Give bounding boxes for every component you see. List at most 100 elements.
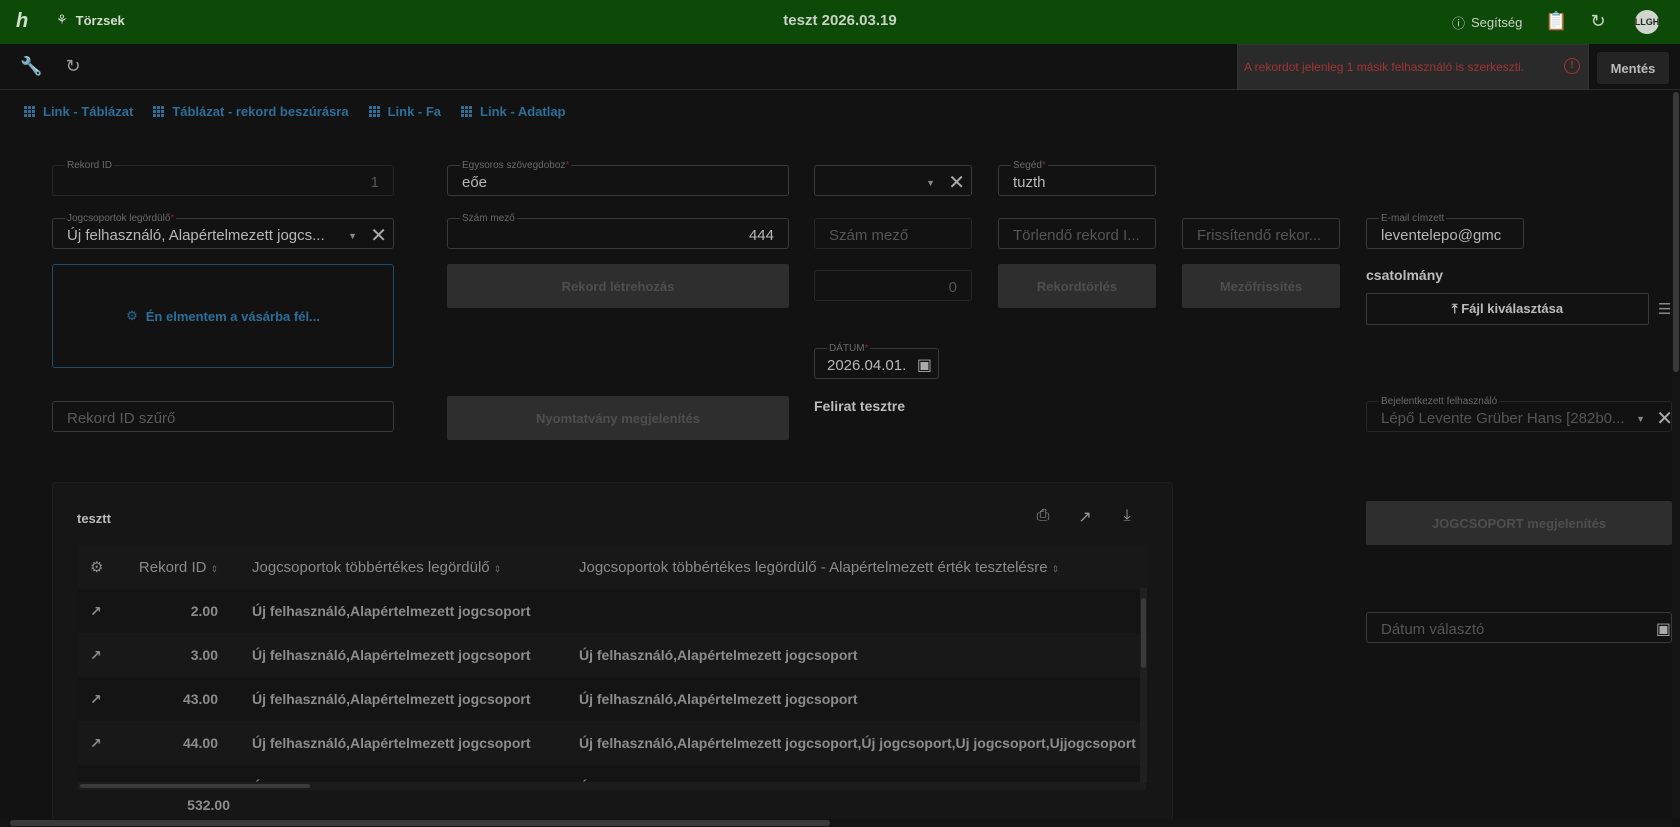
egysoros-label-text: Egysoros szövegdoboz — [462, 160, 566, 171]
datum-label-text: DÁTUM — [829, 343, 865, 354]
jogcsoport-value: Új felhasználó, Alapértelmezett jogcs... — [67, 227, 325, 244]
seged-value: tuzth — [1013, 174, 1046, 191]
szam-mezo-3-field[interactable]: 0 — [814, 270, 972, 301]
help-button[interactable]: ⓘ Segítség — [1452, 13, 1522, 32]
page-horizontal-scrollbar[interactable] — [0, 819, 1672, 827]
open-external-icon[interactable]: ↗ — [90, 735, 120, 752]
table-row[interactable]: ↗ 44.00 Új felhasználó,Alapértelmezett j… — [78, 721, 1148, 765]
row-id: 3.00 — [190, 647, 218, 663]
jogcsoportok-legordulo[interactable]: Jogcsoportok legördülő* Új felhasználó, … — [52, 213, 394, 249]
table-row[interactable]: ↗ 3.00 Új felhasználó,Alapértelmezett jo… — [78, 633, 1148, 677]
close-icon[interactable]: ✕ — [370, 223, 387, 248]
refresh-icon[interactable]: ↻ — [1587, 11, 1609, 33]
header-rekord-id[interactable]: Rekord ID ⇕ — [138, 559, 218, 576]
settings-icon[interactable]: ⚙ — [90, 558, 120, 576]
seged-label-text: Segéd — [1013, 160, 1042, 171]
clipboard-search-icon[interactable]: 📋 — [1545, 11, 1567, 33]
top-bar: h ⚘ Törzsek teszt 2026.03.19 ⓘ Segítség … — [0, 0, 1680, 44]
link-label: Link - Táblázat — [43, 104, 134, 119]
help-icon: ⓘ — [1452, 16, 1466, 31]
download-icon[interactable]: ⤓ — [1115, 507, 1139, 531]
seged-label: Segéd* — [1011, 160, 1048, 171]
egysoros-szovegdoboz-field[interactable]: Egysoros szövegdoboz* eőe — [447, 160, 789, 196]
rekord-id-label: Rekord ID — [65, 160, 115, 171]
torzsek-menu[interactable]: ⚘ Törzsek — [56, 12, 125, 28]
table-horizontal-scrollbar[interactable] — [78, 782, 1146, 790]
frissitendo-rekord-field[interactable]: Frissítendő rekor... — [1182, 218, 1340, 249]
datum-field[interactable]: DÁTUM* 2026.04.01. ▣ — [814, 343, 939, 379]
close-icon[interactable]: ✕ — [948, 170, 965, 195]
szam-mezo-2-field[interactable]: Szám mező — [814, 218, 972, 249]
nyomtatvany-megjelenites-button[interactable]: Nyomtatvány megjelenítés — [447, 396, 789, 440]
table-row[interactable]: ↗ 2.00 Új felhasználó,Alapértelmezett jo… — [78, 589, 1148, 633]
row-c2: Új felhasználó,Alapértelmezett jogcsopor… — [252, 603, 531, 619]
grid-icon — [24, 106, 35, 117]
bejelentkezett-value: Lépő Levente Grüber Hans [282b0... — [1381, 410, 1625, 427]
link-adatlap[interactable]: Link - Adatlap — [461, 104, 566, 119]
jogcsoport-label: Jogcsoportok legördülő* — [65, 213, 177, 224]
calendar-icon[interactable]: ▣ — [917, 355, 932, 375]
wrench-icon[interactable]: 🔧 — [20, 56, 42, 78]
table-total: 532.00 — [187, 797, 230, 813]
link-tablazat[interactable]: Link - Táblázat — [24, 104, 133, 119]
page-vertical-scrollbar[interactable] — [1672, 92, 1680, 819]
seged-field[interactable]: Segéd* tuzth — [998, 160, 1156, 196]
header-jogcsoportok[interactable]: Jogcsoportok többértékes legördülő ⇕ — [252, 559, 562, 576]
print-icon[interactable]: ⎙ — [1031, 507, 1055, 531]
save-button[interactable]: Mentés — [1597, 52, 1669, 84]
file-dropzone[interactable]: ⚙ Én elmentem a vásárba fél... — [52, 264, 394, 368]
rekord-letrehozas-button[interactable]: Rekord létrehozás — [447, 264, 789, 308]
help-label: Segítség — [1471, 15, 1523, 30]
table-row[interactable]: ↗ 43.00 Új felhasználó,Alapértelmezett j… — [78, 677, 1148, 721]
header-jogcsoportok-alapertelmezett[interactable]: Jogcsoportok többértékes legördülő - Ala… — [579, 559, 1139, 576]
table-vertical-scrollbar[interactable] — [1140, 588, 1147, 783]
datum-valaszto-field[interactable]: Dátum választó ▣ — [1366, 612, 1672, 643]
list-icon[interactable]: ☰ — [1658, 300, 1671, 318]
row-c3: Új felhasználó,Alapértelmezett jogcsopor… — [579, 735, 1136, 751]
open-external-icon[interactable]: ↗ — [1073, 507, 1097, 531]
table-header: ⚙ Rekord ID ⇕ Jogcsoportok többértékes le… — [78, 545, 1148, 589]
jogcsoport-label-text: Jogcsoportok legördülő — [67, 213, 171, 224]
dropzone-label: Én elmentem a vásárba fél... — [145, 308, 320, 324]
row-id: 2.00 — [190, 603, 218, 619]
link-tablazat-rekord-beszurasra[interactable]: Táblázat - rekord beszúrásra — [153, 104, 349, 119]
open-external-icon[interactable]: ↗ — [90, 691, 120, 708]
rekord-id-szuro-placeholder: Rekord ID szűrő — [67, 410, 176, 427]
reload-icon[interactable]: ↻ — [62, 56, 84, 78]
link-bar: Link - Táblázat Táblázat - rekord beszúr… — [24, 104, 566, 119]
open-external-icon[interactable]: ↗ — [90, 647, 120, 664]
jogcsoport-megjelenites-button[interactable]: JOGCSOPORT megjelenítés — [1366, 501, 1672, 545]
mezofrissites-button[interactable]: Mezőfrissítés — [1182, 264, 1340, 308]
datum-label: DÁTUM* — [827, 343, 871, 354]
rekord-id-field[interactable]: Rekord ID 1 — [52, 160, 394, 196]
szam-mezo-field[interactable]: Szám mező 444 — [447, 213, 789, 249]
link-label: Link - Adatlap — [480, 104, 566, 119]
rekord-id-szuro-field[interactable]: Rekord ID szűrő — [52, 401, 394, 432]
felirat-tesztre: Felirat tesztre — [814, 398, 906, 414]
rekordtorles-button[interactable]: Rekordtörlés — [998, 264, 1156, 308]
avatar[interactable]: LLGH — [1635, 10, 1659, 34]
datum-valaszto-placeholder: Dátum választó — [1381, 621, 1485, 638]
gear-icon: ⚙ — [126, 308, 138, 323]
torzsek-label: Törzsek — [75, 12, 125, 28]
scroll-thumb[interactable] — [80, 784, 310, 788]
email-cimzett-field[interactable]: E-mail címzett leventelepo@gmc — [1366, 213, 1524, 249]
close-icon[interactable]: ✕ — [1656, 406, 1673, 431]
calendar-icon[interactable]: ▣ — [1656, 619, 1671, 639]
link-label: Táblázat - rekord beszúrásra — [172, 104, 349, 119]
grid-icon — [368, 106, 380, 117]
fajl-kivalasztasa-button[interactable]: ⤒ Fájl kiválasztása — [1366, 293, 1649, 325]
link-fa[interactable]: Link - Fa — [368, 104, 441, 119]
grid-icon — [461, 106, 473, 117]
open-external-icon[interactable]: ↗ — [90, 603, 120, 620]
bejelentkezett-felhasznalo-field[interactable]: Bejelentkezett felhasználó Lépő Levente … — [1366, 396, 1673, 432]
torlendo-rekord-field[interactable]: Törlendő rekord I... — [998, 218, 1156, 249]
chevron-down-icon: ▼ — [1636, 414, 1645, 424]
concurrent-edit-alert: A rekordot jelenleg 1 másik felhasználó … — [1237, 44, 1589, 90]
scroll-thumb[interactable] — [1141, 598, 1146, 668]
empty-select[interactable]: ▼ ✕ — [814, 165, 972, 196]
scroll-thumb[interactable] — [10, 820, 830, 826]
scroll-thumb[interactable] — [1673, 92, 1679, 372]
app-logo[interactable]: h — [16, 10, 40, 34]
szam-mezo-2-placeholder: Szám mező — [829, 227, 909, 244]
